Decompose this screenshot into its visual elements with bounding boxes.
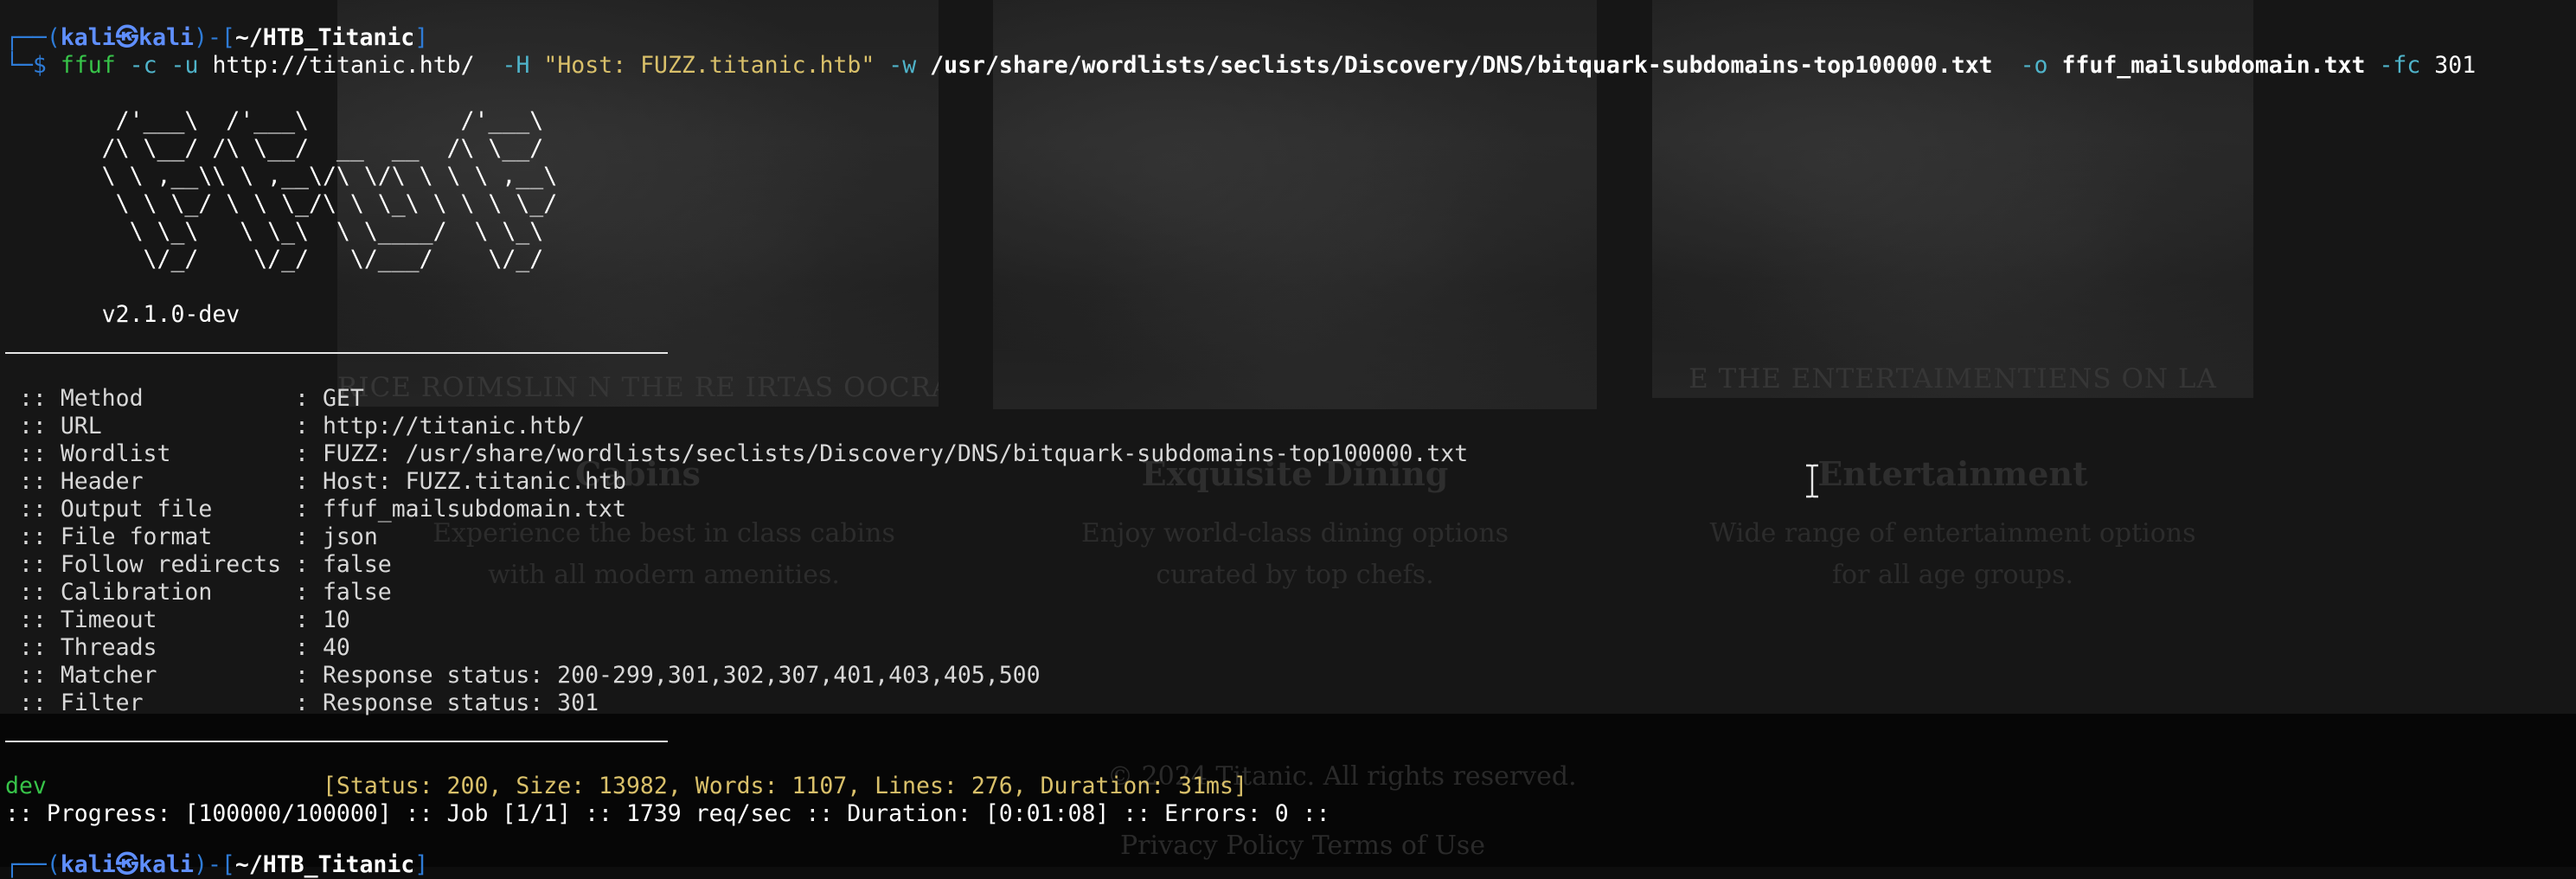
command-flag: -w (888, 52, 917, 79)
command-wordlist-path: /usr/share/wordlists/seclists/Discovery/… (930, 52, 1993, 79)
config-line-timeout: :: Timeout : 10 (5, 606, 350, 634)
prompt-at-symbol: ㉿ (115, 851, 139, 878)
prompt-frame: └─ (5, 52, 33, 79)
config-line-follow-redirects: :: Follow redirects : false (5, 551, 392, 579)
prompt-host: kali (138, 851, 194, 878)
ffuf-banner-art: \ \ \_/ \ \ \_/\ \ \_\ \ \ \ \_/ (5, 190, 558, 217)
command-flag: -u (170, 52, 199, 79)
command-tool: ffuf (60, 52, 116, 79)
command-output-file: ffuf_mailsubdomain.txt (2061, 52, 2366, 79)
prompt-frame: )-[ (193, 24, 235, 51)
prompt-dollar: $ (32, 52, 47, 79)
config-line-threads: :: Threads : 40 (5, 634, 350, 662)
separator-rule (5, 741, 668, 742)
config-key: :: Follow redirects (5, 551, 296, 578)
command-line[interactable]: └─$ ffuf -c -u http://titanic.htb/ -H "H… (5, 52, 2476, 80)
config-key: :: Header (5, 468, 296, 495)
command-header-arg: "Host: FUZZ.titanic.htb" (543, 52, 875, 79)
config-value: : Response status: 301 (295, 690, 599, 716)
config-line-file-format: :: File format : json (5, 523, 378, 551)
ffuf-banner-art: /\ \__/ /\ \__/ __ __ /\ \__/ (5, 135, 544, 162)
separator-rule (5, 352, 668, 354)
config-value: : FUZZ: /usr/share/wordlists/seclists/Di… (295, 440, 1469, 467)
command-flag: -fc (2379, 52, 2421, 79)
prompt-user: kali (60, 851, 116, 878)
config-line-method: :: Method : GET (5, 385, 364, 413)
config-key: :: File format (5, 523, 296, 550)
config-value: : false (295, 551, 392, 578)
config-value: : json (295, 523, 378, 550)
config-value: : 10 (295, 606, 350, 633)
config-line-filter: :: Filter : Response status: 301 (5, 690, 599, 717)
progress-line: :: Progress: [100000/100000] :: Job [1/1… (5, 800, 1330, 827)
config-value: : GET (295, 385, 364, 412)
command-url: http://titanic.htb/ (212, 52, 475, 79)
config-line-calibration: :: Calibration : false (5, 579, 392, 606)
config-key: :: Matcher (5, 662, 296, 689)
prompt-path: ~/HTB_Titanic (234, 24, 415, 51)
result-line: dev [Status: 200, Size: 13982, Words: 11… (5, 773, 1247, 800)
config-value: : false (295, 579, 392, 606)
config-key: :: Method (5, 385, 296, 412)
prompt-path: ~/HTB_Titanic (234, 851, 415, 878)
command-flag: -o (2020, 52, 2048, 79)
shell-prompt: ┌──(kali㉿kali)-[~/HTB_Titanic] (5, 24, 428, 52)
config-key: :: Output file (5, 496, 296, 523)
prompt-frame: ] (414, 24, 429, 51)
prompt-frame: ┌──( (5, 24, 61, 51)
config-value: : Host: FUZZ.titanic.htb (295, 468, 626, 495)
config-value: : ffuf_mailsubdomain.txt (295, 496, 626, 523)
config-line-output-file: :: Output file : ffuf_mailsubdomain.txt (5, 496, 626, 523)
config-key: :: Wordlist (5, 440, 296, 467)
ffuf-banner-art: /'___\ /'___\ /'___\ (5, 107, 544, 134)
config-key: :: URL (5, 413, 296, 440)
terminal-window[interactable]: ┌──(kali㉿kali)-[~/HTB_Titanic] └─$ ffuf … (0, 0, 2576, 878)
config-key: :: Calibration (5, 579, 296, 606)
config-key: :: Threads (5, 634, 296, 661)
command-flag: -H (502, 52, 530, 79)
ffuf-banner-art: \/_/ \/_/ \/___/ \/_/ (5, 246, 544, 273)
config-value: : 40 (295, 634, 350, 661)
prompt-frame: )-[ (193, 851, 235, 878)
prompt-frame: ┌──( (5, 851, 61, 878)
prompt-frame: ] (414, 851, 429, 878)
config-line-header: :: Header : Host: FUZZ.titanic.htb (5, 468, 626, 496)
config-value: : http://titanic.htb/ (295, 413, 586, 440)
prompt-host: kali (138, 24, 194, 51)
command-filter-code: 301 (2434, 52, 2477, 79)
ffuf-banner-art: \ \ ,__\\ \ ,__\/\ \/\ \ \ \ ,__\ (5, 163, 558, 189)
prompt-user: kali (60, 24, 116, 51)
result-word: dev (5, 773, 47, 799)
config-key: :: Filter (5, 690, 296, 716)
command-flag: -c (129, 52, 157, 79)
config-value: : Response status: 200-299,301,302,307,4… (295, 662, 1041, 689)
ffuf-banner-art: \ \_\ \ \_\ \ \____/ \ \_\ (5, 218, 544, 245)
prompt-at-symbol: ㉿ (115, 24, 139, 51)
config-line-url: :: URL : http://titanic.htb/ (5, 413, 585, 440)
shell-prompt-bottom: ┌──(kali㉿kali)-[~/HTB_Titanic] (5, 851, 428, 879)
ffuf-version: v2.1.0-dev (5, 301, 240, 328)
result-status: [Status: 200, Size: 13982, Words: 1107, … (322, 773, 1247, 799)
config-line-wordlist: :: Wordlist : FUZZ: /usr/share/wordlists… (5, 440, 1468, 468)
config-line-matcher: :: Matcher : Response status: 200-299,30… (5, 662, 1041, 690)
config-key: :: Timeout (5, 606, 296, 633)
